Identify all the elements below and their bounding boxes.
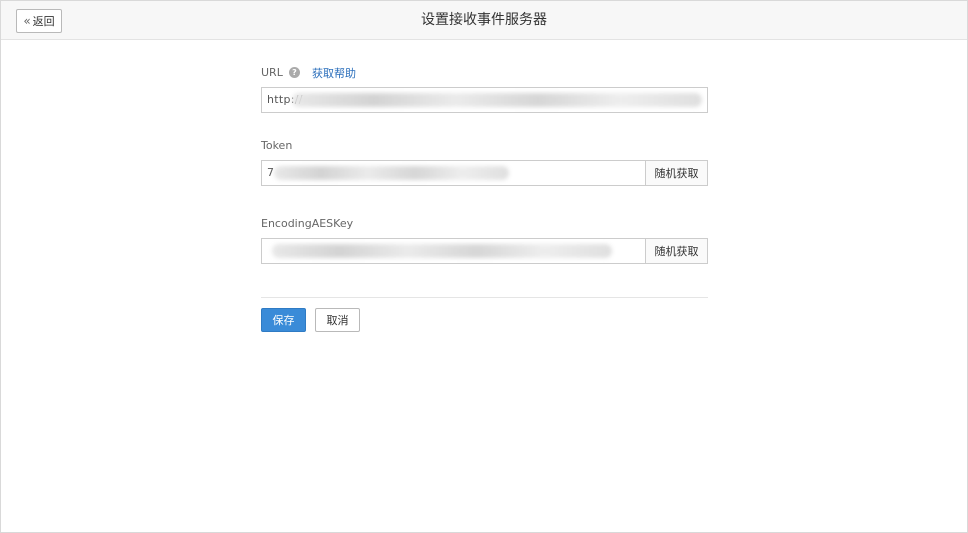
url-label: URL	[261, 66, 283, 79]
redaction-blur	[292, 93, 702, 107]
redaction-blur	[272, 244, 612, 258]
redaction-blur	[274, 166, 509, 180]
aes-key-label: EncodingAESKey	[261, 217, 354, 230]
aes-key-random-button[interactable]: 随机获取	[645, 239, 707, 263]
back-button-label: 返回	[32, 15, 55, 28]
url-field[interactable]: http://	[261, 87, 708, 113]
back-button[interactable]: « 返回	[16, 9, 62, 33]
question-icon[interactable]: ?	[289, 67, 300, 78]
header-bar: 设置接收事件服务器 « 返回	[1, 1, 967, 40]
help-link[interactable]: 获取帮助	[312, 65, 356, 81]
token-random-button[interactable]: 随机获取	[645, 161, 707, 185]
token-label: Token	[261, 139, 293, 152]
dialog-frame: 设置接收事件服务器 « 返回 URL ? 获取帮助 http:// Token …	[0, 0, 968, 533]
page-title: 设置接收事件服务器	[421, 12, 547, 28]
cancel-button[interactable]: 取消	[315, 308, 360, 332]
form-divider	[261, 297, 708, 298]
double-chevron-left-icon: «	[23, 14, 31, 28]
token-field[interactable]: 7 随机获取	[261, 160, 708, 186]
aes-key-field[interactable]: 随机获取	[261, 238, 708, 264]
save-button[interactable]: 保存	[261, 308, 306, 332]
